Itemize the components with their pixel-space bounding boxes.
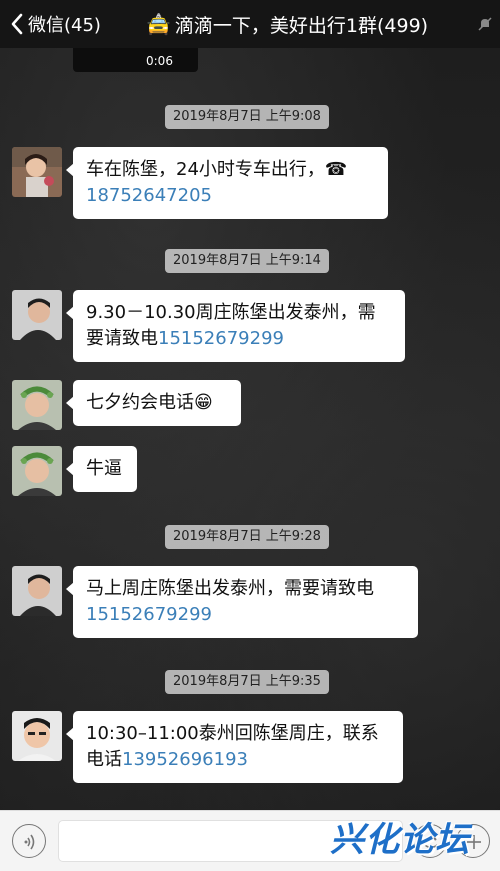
avatar[interactable] [12,290,62,340]
message-text: 七夕约会电话😁 [86,392,213,413]
chat-title-text: 滴滴一下，美好出行1群(499) [174,14,429,37]
timestamp: 2019年8月7日 上午9:14 [165,249,329,273]
message-bubble[interactable]: 10:30–11:00泰州回陈堡周庄，联系 电话13952696193 [66,711,403,783]
chevron-left-icon [11,13,23,35]
timestamp: 2019年8月7日 上午9:28 [165,525,329,549]
back-label: 微信(45) [28,15,101,36]
message-bubble[interactable]: 车在陈堡，24小时专车出行，☎ 18752647205 [66,147,388,219]
mute-icon [478,17,492,31]
message-text: 车在陈堡，24小时专车出行，☎ [86,159,348,180]
avatar[interactable] [12,380,62,430]
message-bubble[interactable]: 七夕约会电话😁 [66,380,241,426]
phone-link[interactable]: 15152679299 [158,328,284,349]
message-text: 牛逼 [86,458,122,479]
message-text: 电话 [86,749,122,770]
avatar[interactable] [12,147,62,197]
phone-link[interactable]: 13952696193 [122,749,248,770]
watermark-logo: 兴化论坛 [330,820,470,860]
avatar[interactable] [12,566,62,616]
message-text: 要请致电 [86,328,158,349]
message-bubble[interactable]: 牛逼 [66,446,137,492]
chat-title: 🚖 滴滴一下，美好出行1群(499) [146,9,428,39]
chat-header: 微信(45) 🚖 滴滴一下，美好出行1群(499) [0,0,500,48]
message-text: 马上周庄陈堡出发泰州，需要请致电 [86,578,374,599]
phone-link[interactable]: 18752647205 [86,185,212,206]
video-message[interactable] [73,48,198,72]
avatar[interactable] [12,446,62,496]
chat-area[interactable]: 0:06 2019年8月7日 上午9:08 车在陈堡，24小时专车出行，☎ 18… [0,48,500,810]
voice-icon [24,834,35,850]
avatar[interactable] [12,711,62,761]
phone-link[interactable]: 15152679299 [86,604,212,625]
voice-button[interactable] [12,824,46,858]
back-button[interactable]: 微信(45) [10,10,101,38]
timestamp: 2019年8月7日 上午9:35 [165,670,329,694]
taxi-icon: 🚖 [146,12,171,36]
message-bubble[interactable]: 马上周庄陈堡出发泰州，需要请致电 15152679299 [66,566,418,638]
message-bubble[interactable]: 9.30－10.30周庄陈堡出发泰州，需 要请致电15152679299 [66,290,405,362]
video-duration: 0:06 [146,54,173,68]
message-text: 9.30－10.30周庄陈堡出发泰州，需 [86,302,376,323]
timestamp: 2019年8月7日 上午9:08 [165,105,329,129]
message-text: 10:30–11:00泰州回陈堡周庄，联系 [86,723,379,744]
